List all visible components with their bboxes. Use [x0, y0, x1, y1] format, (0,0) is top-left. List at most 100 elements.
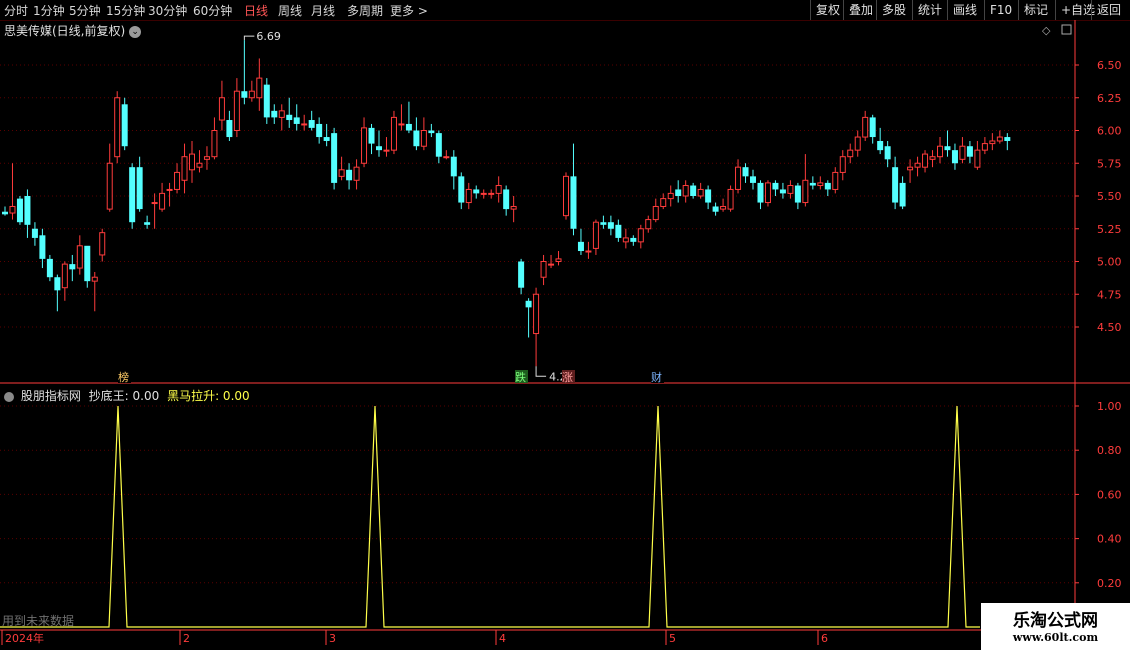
- candle-body-103: [772, 182, 779, 190]
- candle-body-69: [518, 261, 525, 288]
- price-axis-label-1: 6.25: [1097, 92, 1122, 105]
- candle-body-86: [645, 219, 652, 230]
- candle-body-22: [166, 188, 173, 191]
- indicator-line2-label: 黑马拉升: 0.00: [167, 389, 250, 403]
- candle-body-92: [690, 185, 697, 196]
- watermark: 乐淘公式网 www.60lt.com: [981, 603, 1130, 650]
- candle-body-78: [585, 250, 592, 253]
- candle-body-66: [495, 185, 502, 194]
- event-marker-2: 涨: [562, 371, 573, 384]
- candle-body-17: [129, 167, 136, 223]
- price-axis-label-0: 6.50: [1097, 59, 1122, 72]
- candle-body-94: [705, 189, 712, 203]
- candle-body-72: [540, 261, 547, 278]
- candle-body-54: [405, 123, 412, 131]
- indicator-axis-label-3: 0.40: [1097, 533, 1122, 546]
- date-label-3: 4: [499, 632, 506, 645]
- candle-body-56: [420, 130, 427, 147]
- candle-body-23: [174, 171, 181, 190]
- candle-body-90: [675, 189, 682, 196]
- candle-body-108: [809, 182, 816, 186]
- candle-body-12: [91, 276, 98, 282]
- candle-body-48: [361, 127, 368, 164]
- candle-body-27: [203, 156, 210, 160]
- date-label-1: 2: [183, 632, 190, 645]
- candle-body-63: [473, 189, 480, 194]
- candle-body-109: [817, 182, 824, 187]
- candle-body-47: [353, 166, 360, 181]
- indicator-axis-label-0: 1.00: [1097, 400, 1122, 413]
- price-axis-label-5: 5.25: [1097, 223, 1122, 236]
- candle-body-76: [570, 176, 577, 229]
- candle-body-118: [884, 146, 891, 160]
- indicator-name[interactable]: 股朋指标网: [21, 389, 81, 403]
- candle-body-70: [525, 300, 532, 308]
- event-marker-1: 跌: [515, 370, 526, 384]
- watermark-url: www.60lt.com: [1012, 631, 1099, 644]
- candle-body-111: [832, 171, 839, 190]
- candle-body-43: [323, 137, 330, 141]
- price-axis-label-3: 5.75: [1097, 157, 1122, 170]
- candle-body-5: [39, 235, 46, 259]
- candle-body-91: [682, 185, 689, 197]
- price-axis-label-8: 4.50: [1097, 321, 1122, 334]
- candle-body-85: [637, 228, 644, 243]
- candle-body-117: [877, 140, 884, 151]
- candle-body-112: [839, 156, 846, 173]
- candle-body-18: [136, 167, 143, 210]
- candle-body-67: [503, 189, 510, 210]
- candle-body-98: [735, 166, 742, 190]
- candle-body-83: [622, 237, 629, 243]
- date-label-5: 6: [821, 632, 828, 645]
- candle-body-77: [577, 241, 584, 252]
- event-marker-0: 榜: [118, 370, 129, 384]
- candle-body-29: [218, 97, 225, 121]
- candle-body-81: [607, 222, 614, 229]
- candle-body-41: [308, 120, 315, 128]
- candle-body-134: [1004, 137, 1011, 141]
- candle-body-122: [914, 162, 921, 168]
- candle-body-19: [144, 222, 151, 225]
- event-marker-3: 财: [651, 370, 662, 384]
- candle-body-15: [114, 97, 121, 158]
- candle-body-102: [764, 182, 771, 204]
- candle-body-105: [787, 185, 794, 194]
- candle-body-119: [892, 167, 899, 203]
- candle-body-14: [106, 162, 113, 210]
- candle-body-71: [533, 293, 540, 335]
- candle-body-64: [480, 192, 487, 195]
- candle-body-57: [428, 130, 435, 134]
- candle-body-35: [263, 84, 270, 118]
- candle-body-39: [293, 117, 300, 124]
- price-axis-label-4: 5.50: [1097, 190, 1122, 203]
- candle-body-80: [600, 222, 607, 225]
- candle-body-25: [189, 153, 195, 171]
- candle-body-44: [331, 133, 338, 183]
- collapse-icon[interactable]: [4, 391, 14, 402]
- chart-area[interactable]: 6.50 6.25 6.00 5.75 5.50 5.25 5.00 4.75 4.50 ◇ 6.6…: [0, 0, 1130, 650]
- candle-body-59: [443, 156, 450, 159]
- candle-body-89: [667, 192, 674, 200]
- date-label-4: 5: [669, 632, 676, 645]
- high-marker-line: [243, 35, 255, 41]
- candle-body-53: [398, 123, 405, 126]
- panel-toggle-icon: [1061, 24, 1072, 35]
- candle-body-121: [907, 166, 914, 171]
- candle-body-116: [869, 117, 876, 138]
- candle-body-93: [697, 188, 704, 197]
- candle-body-123: [922, 153, 929, 168]
- indicator-axis-label-1: 0.80: [1097, 444, 1122, 457]
- candle-body-26: [196, 162, 203, 168]
- low-marker-line: [535, 366, 547, 377]
- candle-body-113: [847, 149, 854, 158]
- indicator-axis-label-4: 0.20: [1097, 577, 1122, 590]
- candle-body-46: [346, 169, 353, 181]
- candle-body-124: [929, 156, 936, 160]
- candle-body-127: [951, 150, 958, 164]
- candle-body-96: [720, 205, 727, 210]
- candle-body-73: [548, 263, 555, 266]
- candle-body-11: [84, 245, 91, 282]
- candle-body-95: [712, 206, 719, 212]
- high-annotation: 6.69: [256, 30, 281, 43]
- candle-body-28: [211, 130, 218, 158]
